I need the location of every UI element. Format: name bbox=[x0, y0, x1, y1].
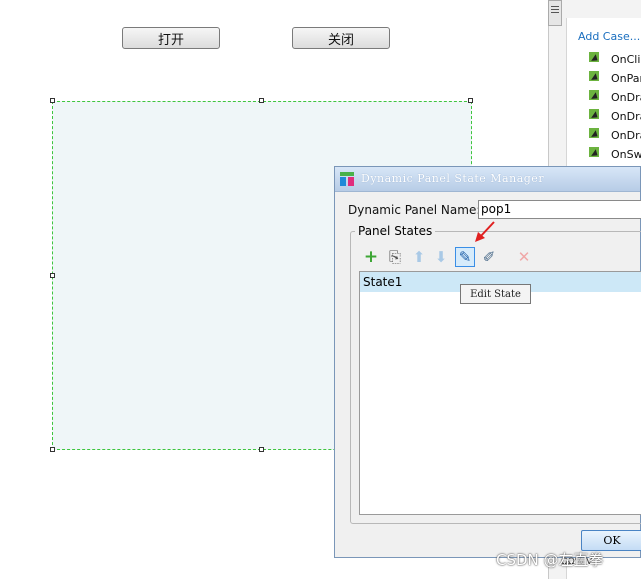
event-label: OnSw bbox=[611, 147, 641, 161]
move-state-down-button[interactable]: ⬇ bbox=[431, 247, 451, 267]
resize-handle-top[interactable] bbox=[259, 98, 264, 103]
watermark-text: CSDN @左直拳 bbox=[496, 551, 604, 569]
event-cursor-icon bbox=[589, 147, 605, 161]
event-item[interactable]: OnSw bbox=[589, 145, 641, 163]
event-cursor-icon bbox=[589, 109, 605, 123]
add-state-icon: + bbox=[363, 247, 379, 267]
scrollbar-grip-icon bbox=[551, 9, 559, 10]
duplicate-state-icon: ⎘ bbox=[388, 248, 401, 266]
move-up-icon: ⬆ bbox=[412, 248, 426, 266]
edit-all-states-button[interactable]: ✐ bbox=[479, 247, 499, 267]
dialog-title: Dynamic Panel State Manager bbox=[361, 172, 545, 185]
resize-handle-bottom[interactable] bbox=[259, 447, 264, 452]
event-label: OnDra bbox=[611, 90, 641, 104]
event-cursor-icon bbox=[589, 90, 605, 104]
move-down-icon: ⬇ bbox=[434, 248, 448, 266]
event-label: OnPan bbox=[611, 71, 641, 85]
event-item[interactable]: OnClic bbox=[589, 50, 641, 68]
duplicate-state-button[interactable]: ⎘ bbox=[385, 247, 405, 267]
scrollbar-grip-icon bbox=[551, 12, 559, 13]
event-item[interactable]: OnPan bbox=[589, 69, 641, 87]
annotation-arrow-icon bbox=[475, 221, 495, 242]
panel-name-input[interactable]: pop1 bbox=[478, 200, 641, 219]
edit-all-states-icon: ✐ bbox=[482, 248, 496, 266]
add-state-button[interactable]: + bbox=[361, 247, 381, 267]
delete-state-icon: ✕ bbox=[517, 248, 531, 266]
event-label: OnClic bbox=[611, 52, 641, 66]
resize-handle-left[interactable] bbox=[50, 273, 55, 278]
delete-state-button[interactable]: ✕ bbox=[514, 247, 534, 267]
app-logo-icon bbox=[340, 172, 354, 186]
close-button[interactable]: 关闭 bbox=[292, 27, 390, 49]
event-label: OnDra bbox=[611, 128, 641, 142]
dialog-titlebar[interactable]: Dynamic Panel State Manager bbox=[335, 167, 640, 192]
panel-states-title: Panel States bbox=[355, 224, 436, 238]
panel-name-label: Dynamic Panel Name: bbox=[348, 203, 481, 217]
move-state-up-button[interactable]: ⬆ bbox=[409, 247, 429, 267]
event-item[interactable]: OnDra bbox=[589, 126, 641, 144]
state-list[interactable]: State1 bbox=[359, 271, 641, 515]
open-button[interactable]: 打开 bbox=[122, 27, 220, 49]
event-cursor-icon bbox=[589, 128, 605, 142]
event-item[interactable]: OnDra bbox=[589, 88, 641, 106]
edit-state-tooltip: Edit State bbox=[460, 284, 531, 304]
resize-handle-top-right[interactable] bbox=[468, 98, 473, 103]
scrollbar-thumb[interactable] bbox=[548, 0, 562, 26]
edit-state-button[interactable]: ✎ bbox=[455, 247, 475, 267]
event-cursor-icon bbox=[589, 52, 605, 66]
event-cursor-icon bbox=[589, 71, 605, 85]
resize-handle-top-left[interactable] bbox=[50, 98, 55, 103]
edit-state-icon: ✎ bbox=[458, 248, 472, 266]
event-item[interactable]: OnDra bbox=[589, 107, 641, 125]
add-case-link[interactable]: Add Case... bbox=[578, 30, 640, 43]
scrollbar-grip-icon bbox=[551, 6, 559, 7]
ok-button[interactable]: OK bbox=[581, 530, 641, 551]
resize-handle-bottom-left[interactable] bbox=[50, 447, 55, 452]
event-label: OnDra bbox=[611, 109, 641, 123]
